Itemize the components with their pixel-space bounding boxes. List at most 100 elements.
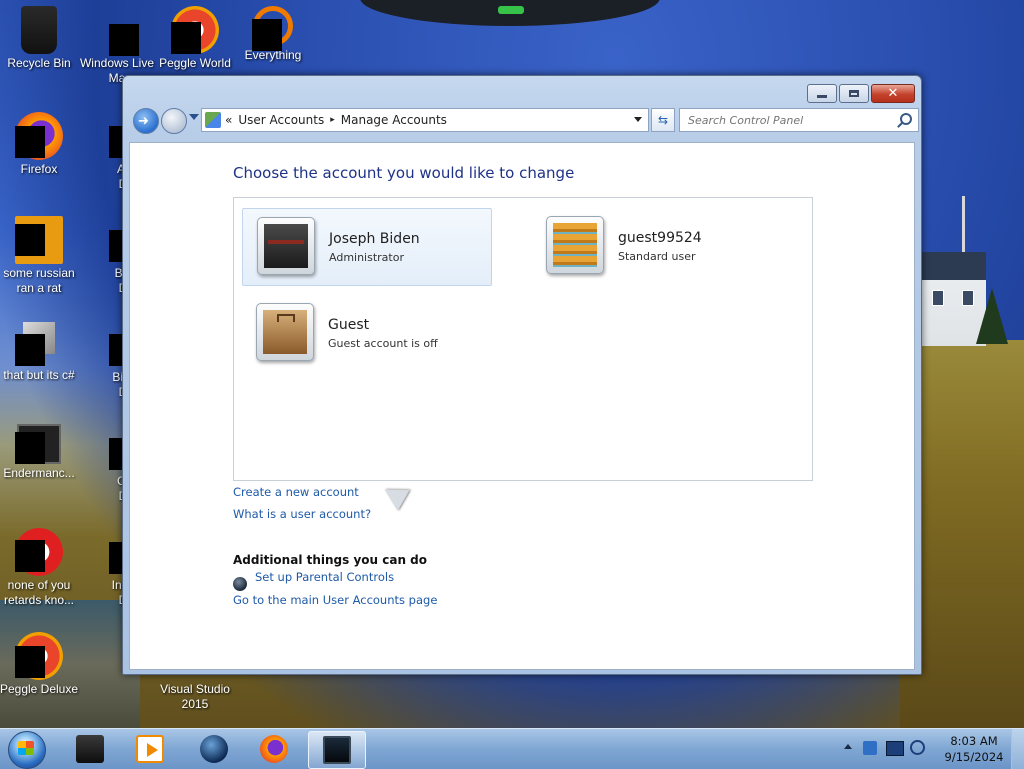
- recent-pages-dropdown[interactable]: [189, 114, 199, 120]
- windows-logo-icon: [18, 741, 34, 755]
- desktop-icon-label: Visual Studio 2015: [160, 682, 230, 711]
- clock-time: 8:03 AM: [950, 734, 998, 748]
- desktop-icon-windows-live[interactable]: Windows Live Ma: [77, 6, 157, 86]
- account-picture-frame: [256, 303, 314, 361]
- account-type: Standard user: [618, 250, 696, 263]
- breadcrumb-overflow[interactable]: «: [225, 113, 232, 127]
- taskbar-globe-app[interactable]: [186, 731, 242, 767]
- account-name: guest99524: [618, 230, 702, 246]
- address-bar[interactable]: « User Accounts ▸ Manage Accounts: [201, 108, 649, 132]
- desktop-icon-label: Peggle Deluxe: [0, 682, 79, 696]
- account-type: Administrator: [329, 251, 404, 264]
- breadcrumb-user-accounts[interactable]: User Accounts: [238, 113, 324, 127]
- desktop-icon-label: Peggle World: [159, 56, 231, 70]
- control-panel-icon: [205, 112, 221, 128]
- back-arrow-icon: ➜: [138, 114, 149, 129]
- search-box[interactable]: [679, 108, 919, 132]
- minimize-button[interactable]: [807, 84, 837, 103]
- stairs-avatar-icon: [553, 223, 597, 267]
- top-dock: [360, 0, 660, 26]
- desktop-icon-label: Endermanc...: [3, 466, 75, 480]
- taskbar-firefox[interactable]: [246, 731, 302, 767]
- ie-icon: [15, 216, 63, 264]
- desktop-icon-enderman[interactable]: Endermanc...: [0, 424, 79, 481]
- show-hidden-icons-icon[interactable]: [844, 744, 852, 749]
- tray-app-icon[interactable]: [863, 741, 877, 755]
- peggle-deluxe-icon: [15, 632, 63, 680]
- minimize-icon: [817, 94, 827, 98]
- control-panel-icon: [323, 736, 351, 764]
- desktop-icon-label: none of you retards kno...: [3, 578, 75, 607]
- desktop-icon-everything[interactable]: Everything: [233, 6, 313, 63]
- accounts-list: Joseph Biden Administrator guest99524 St…: [233, 197, 813, 481]
- what-is-account-link[interactable]: What is a user account?: [233, 507, 371, 521]
- desktop-icon-firefox[interactable]: Firefox: [0, 112, 79, 177]
- desktop-icon-recycle-bin[interactable]: Recycle Bin: [0, 6, 79, 71]
- media-player-icon: [136, 735, 164, 763]
- breadcrumb-manage-accounts[interactable]: Manage Accounts: [341, 113, 447, 127]
- account-tile-joseph-biden[interactable]: Joseph Biden Administrator: [242, 208, 492, 286]
- back-button[interactable]: ➜: [133, 108, 159, 134]
- wallpaper-tree: [976, 288, 1008, 344]
- house-window: [962, 290, 974, 306]
- everything-icon: [252, 6, 293, 51]
- maximize-icon: [849, 90, 859, 97]
- account-type: Guest account is off: [328, 337, 438, 350]
- box-app-icon: [76, 735, 104, 763]
- firefox-icon: [15, 112, 63, 160]
- address-dropdown-icon[interactable]: [634, 117, 642, 122]
- search-input[interactable]: [686, 109, 890, 131]
- parental-controls-icon: [233, 577, 247, 591]
- taskbar-control-panel[interactable]: [308, 731, 366, 769]
- account-picture-frame: [546, 216, 604, 274]
- create-account-link[interactable]: Create a new account: [233, 485, 359, 499]
- navigation-bar: ➜ « User Accounts ▸ Manage Accounts ⇆: [131, 108, 919, 134]
- desktop-icon-label: some russian ran a rat: [3, 266, 75, 295]
- account-tile-guest[interactable]: Guest Guest account is off: [242, 295, 490, 371]
- sync-icon[interactable]: [910, 740, 925, 755]
- account-name: Guest: [328, 317, 370, 333]
- recycle-bin-icon: [21, 6, 57, 54]
- forward-button[interactable]: [161, 108, 187, 134]
- close-icon: ✕: [887, 86, 899, 101]
- firefox-icon: [260, 735, 288, 763]
- refresh-button[interactable]: ⇆: [651, 108, 675, 132]
- desktop-icon-label: Recycle Bin: [7, 56, 71, 70]
- desktop-icon-peggle-world[interactable]: Peggle World: [155, 6, 235, 71]
- windows-stack-icon: [15, 322, 55, 366]
- page-title: Choose the account you would like to cha…: [233, 164, 575, 182]
- parental-controls-link[interactable]: Set up Parental Controls: [255, 570, 394, 584]
- show-desktop-button[interactable]: [1011, 729, 1024, 769]
- house-window: [932, 290, 944, 306]
- clock-date: 9/15/2024: [944, 750, 1004, 764]
- close-button[interactable]: ✕: [871, 84, 915, 103]
- desktop-icon-peggle-deluxe[interactable]: Peggle Deluxe: [0, 632, 79, 697]
- content-pane: Choose the account you would like to cha…: [129, 142, 915, 670]
- desktop-icon-russian-rat[interactable]: some russian ran a rat: [0, 216, 79, 296]
- taskbar-media-player[interactable]: [122, 731, 178, 767]
- desktop-icon-none-of-you[interactable]: none of you retards kno...: [0, 528, 79, 608]
- dark-screen-avatar-icon: [264, 224, 308, 268]
- opera-icon: [15, 528, 63, 576]
- peggle-world-icon: [171, 6, 219, 54]
- maximize-button[interactable]: [839, 84, 869, 103]
- network-icon[interactable]: [886, 741, 904, 756]
- user-accounts-window: ✕ ➜ « User Accounts ▸ Manage Accounts ⇆ …: [122, 75, 922, 675]
- briefcase-avatar-icon: [263, 310, 307, 354]
- account-name: Joseph Biden: [329, 231, 420, 247]
- taskbar-app-box[interactable]: [62, 731, 118, 767]
- status-led: [498, 6, 524, 14]
- account-tile-guest99524[interactable]: guest99524 Standard user: [532, 208, 780, 284]
- desktop-icon-c-sharp[interactable]: that but its c#: [0, 320, 79, 383]
- window-controls: ✕: [807, 84, 915, 103]
- search-icon[interactable]: [900, 113, 912, 125]
- desktop-icon-label: that but its c#: [3, 368, 75, 382]
- start-button[interactable]: [4, 729, 48, 769]
- enderman-icon: [15, 424, 61, 464]
- main-user-accounts-link[interactable]: Go to the main User Accounts page: [233, 593, 437, 607]
- taskbar: 8:03 AM 9/15/2024: [0, 728, 1024, 769]
- breadcrumb-separator-icon[interactable]: ▸: [330, 115, 335, 125]
- additional-heading: Additional things you can do: [233, 553, 428, 567]
- clock[interactable]: 8:03 AM 9/15/2024: [934, 733, 1014, 765]
- account-picture-frame: [257, 217, 315, 275]
